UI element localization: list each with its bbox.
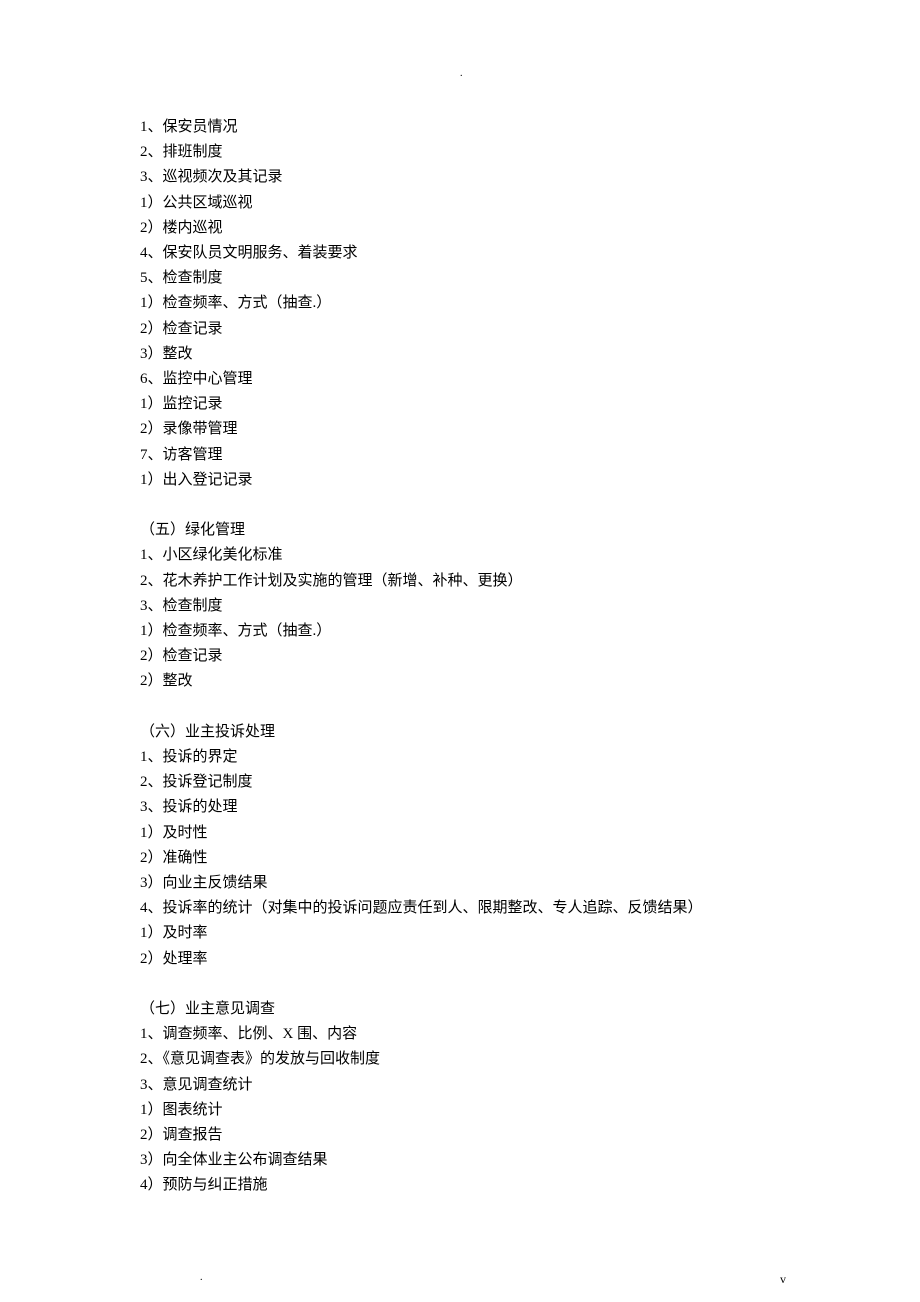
text-line: 4）预防与纠正措施 — [140, 1173, 780, 1198]
section-heading: （七）业主意见调查 — [140, 997, 780, 1022]
text-line: 1、投诉的界定 — [140, 745, 780, 770]
text-line: 1）检查频率、方式（抽查.） — [140, 291, 780, 316]
text-line: 3）向业主反馈结果 — [140, 871, 780, 896]
text-line: 3、检查制度 — [140, 594, 780, 619]
page-indicator: v — [780, 1272, 786, 1287]
text-line: 1、调查频率、比例、X 围、内容 — [140, 1022, 780, 1047]
text-line: 1）公共区域巡视 — [140, 191, 780, 216]
section-heading: （六）业主投诉处理 — [140, 720, 780, 745]
text-line: 3）向全体业主公布调查结果 — [140, 1148, 780, 1173]
text-line: 3、巡视频次及其记录 — [140, 165, 780, 190]
text-line: 1）出入登记记录 — [140, 468, 780, 493]
text-line: 5、检查制度 — [140, 266, 780, 291]
header-marker: . — [460, 68, 463, 79]
text-line: 1）监控记录 — [140, 392, 780, 417]
blank-line — [140, 972, 780, 997]
text-line: 3、投诉的处理 — [140, 795, 780, 820]
text-line: 1、小区绿化美化标准 — [140, 543, 780, 568]
text-line: 3）整改 — [140, 342, 780, 367]
blank-line — [140, 695, 780, 720]
text-line: 4、保安队员文明服务、着装要求 — [140, 241, 780, 266]
text-line: 2）检查记录 — [140, 317, 780, 342]
document-content: 1、保安员情况 2、排班制度 3、巡视频次及其记录 1）公共区域巡视 2）楼内巡… — [140, 115, 780, 1199]
text-line: 2）录像带管理 — [140, 417, 780, 442]
text-line: 1）及时性 — [140, 821, 780, 846]
footer-marker: . — [200, 1272, 203, 1283]
text-line: 2）检查记录 — [140, 644, 780, 669]
section-heading: （五）绿化管理 — [140, 518, 780, 543]
blank-line — [140, 493, 780, 518]
text-line: 2）调查报告 — [140, 1123, 780, 1148]
text-line: 2）处理率 — [140, 947, 780, 972]
text-line: 7、访客管理 — [140, 443, 780, 468]
text-line: 1）及时率 — [140, 921, 780, 946]
text-line: 2、投诉登记制度 — [140, 770, 780, 795]
text-line: 3、意见调查统计 — [140, 1073, 780, 1098]
text-line: 2）整改 — [140, 669, 780, 694]
text-line: 2、花木养护工作计划及实施的管理（新增、补种、更换） — [140, 569, 780, 594]
text-line: 2）楼内巡视 — [140, 216, 780, 241]
text-line: 1）检查频率、方式（抽查.） — [140, 619, 780, 644]
text-line: 4、投诉率的统计（对集中的投诉问题应责任到人、限期整改、专人追踪、反馈结果） — [140, 896, 780, 921]
text-line: 1）图表统计 — [140, 1098, 780, 1123]
text-line: 6、监控中心管理 — [140, 367, 780, 392]
text-line: 2）准确性 — [140, 846, 780, 871]
text-line: 2、《意见调查表》的发放与回收制度 — [140, 1047, 780, 1072]
text-line: 2、排班制度 — [140, 140, 780, 165]
text-line: 1、保安员情况 — [140, 115, 780, 140]
